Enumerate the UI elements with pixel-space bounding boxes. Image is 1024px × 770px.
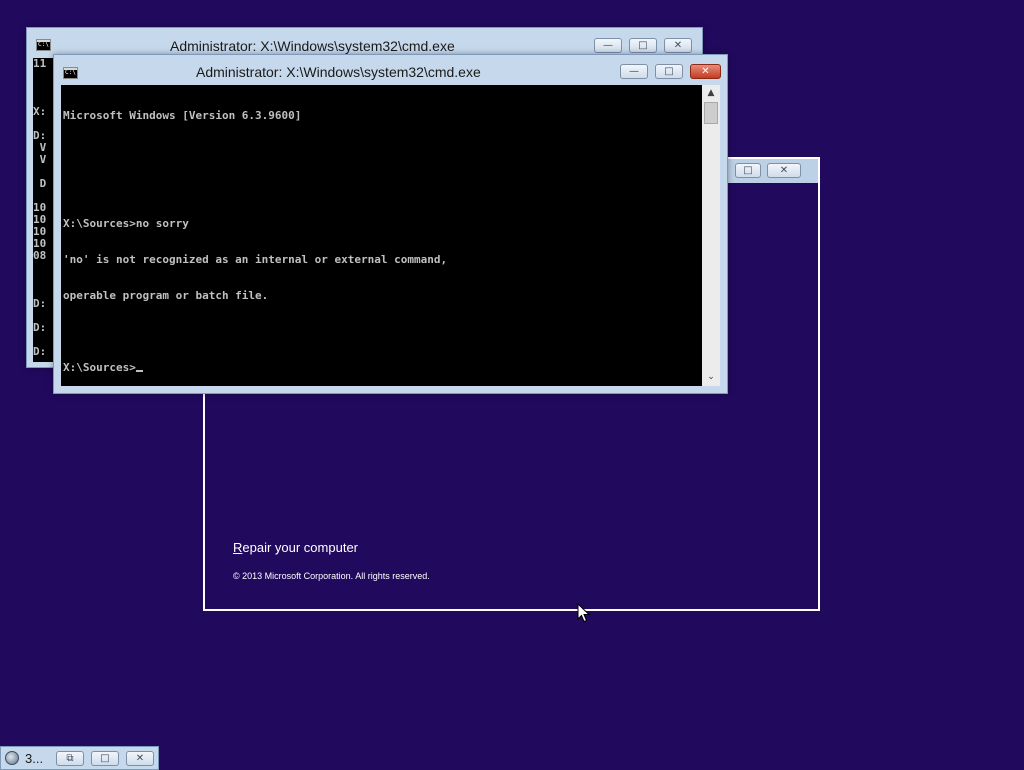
repair-accelerator-letter: R xyxy=(233,540,243,555)
console-line: Microsoft Windows [Version 6.3.9600] xyxy=(63,109,302,122)
copyright-text: © 2013 Microsoft Corporation. All rights… xyxy=(233,571,430,581)
vertical-scrollbar[interactable]: ▲ ⌄ xyxy=(702,85,720,386)
restore-button[interactable]: ⧉ xyxy=(56,751,84,766)
repair-your-computer-link[interactable]: Repair your computer xyxy=(233,540,358,555)
console-output[interactable]: Microsoft Windows [Version 6.3.9600] X:\… xyxy=(61,85,702,386)
app-icon xyxy=(5,751,19,765)
restore-button[interactable]: □ xyxy=(655,64,683,79)
minimize-button[interactable]: — xyxy=(620,64,648,79)
restore-button[interactable]: □ xyxy=(629,38,657,53)
window-title: Administrator: X:\Windows\system32\cmd.e… xyxy=(170,38,455,54)
scroll-thumb[interactable] xyxy=(704,102,718,124)
close-button[interactable]: ✕ xyxy=(690,64,721,79)
minimized-window-label: 3... xyxy=(25,751,44,766)
cmd-icon: C:\. xyxy=(63,67,78,79)
window-title: Administrator: X:\Windows\system32\cmd.e… xyxy=(196,64,481,80)
mouse-pointer-icon xyxy=(577,603,591,623)
scroll-up-arrow-icon[interactable]: ▲ xyxy=(702,86,720,100)
text-cursor xyxy=(135,370,143,372)
setup-close-button[interactable]: ✕ xyxy=(767,163,801,178)
cmd-icon: C:\. xyxy=(36,39,51,51)
minimized-window[interactable]: 3... ⧉ □ ✕ xyxy=(0,746,159,770)
scroll-down-arrow-icon[interactable]: ⌄ xyxy=(702,370,720,384)
repair-link-text: epair your computer xyxy=(242,540,359,555)
setup-restore-button[interactable]: □ xyxy=(735,163,761,178)
console-line: X:\Sources>no sorry xyxy=(63,217,189,230)
close-button[interactable]: ✕ xyxy=(664,38,692,53)
prompt-text: X:\Sources> xyxy=(63,361,136,374)
minimize-button[interactable]: — xyxy=(594,38,622,53)
console-line: 'no' is not recognized as an internal or… xyxy=(63,253,448,266)
console-line: operable program or batch file. xyxy=(63,289,269,302)
cmd-window-front[interactable]: C:\. Administrator: X:\Windows\system32\… xyxy=(53,54,728,394)
close-button[interactable]: ✕ xyxy=(126,751,154,766)
maximize-button[interactable]: □ xyxy=(91,751,119,766)
prompt-line[interactable]: X:\Sources> xyxy=(63,362,700,374)
